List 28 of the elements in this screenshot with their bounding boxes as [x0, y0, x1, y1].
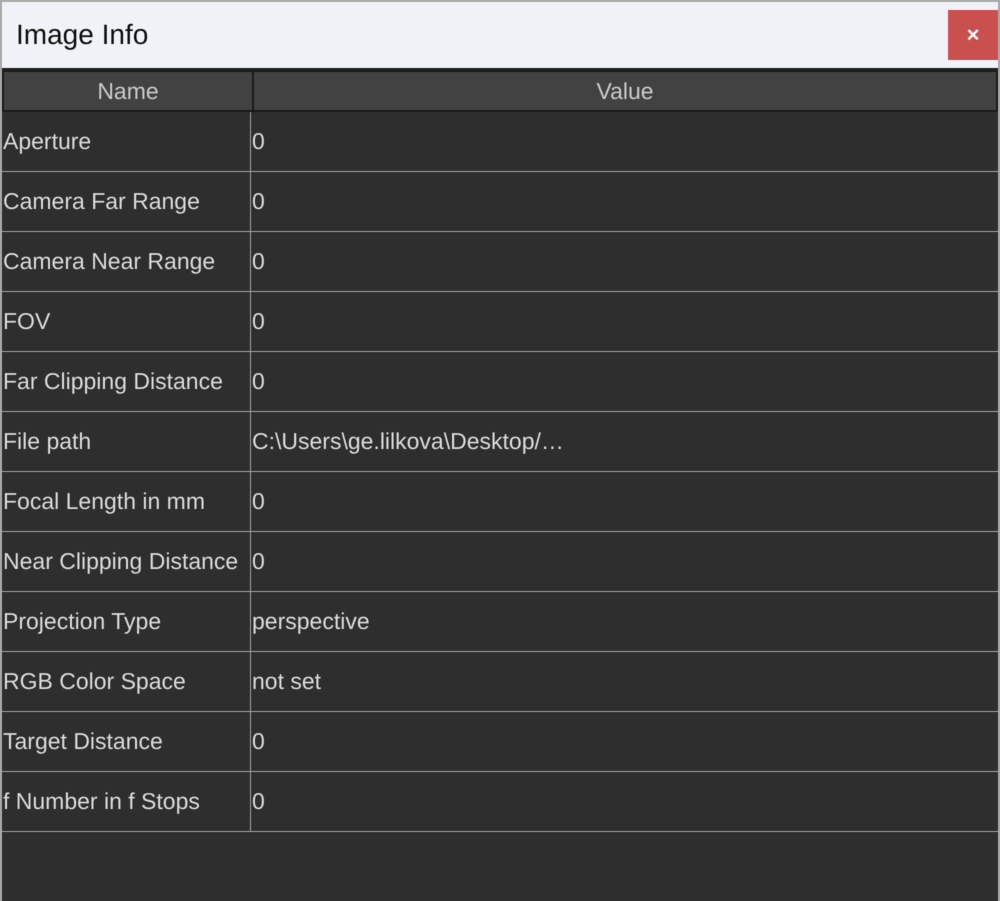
table-cell-text: not set	[251, 667, 322, 696]
table-cell-text: 0	[251, 787, 266, 816]
table-cell: Target Distance	[2, 712, 251, 771]
table-cell-text: perspective	[251, 607, 371, 636]
table-cell-text: 0	[251, 187, 266, 216]
table-cell: Near Clipping Distance	[2, 532, 251, 591]
table-cell-text: C:\Users\ge.lilkova\Desktop/…	[251, 427, 565, 456]
table-cell: Projection Type	[2, 592, 251, 651]
table-cell: Aperture	[2, 112, 251, 171]
table-cell-text: 0	[251, 247, 266, 276]
table-cell: Focal Length in mm	[2, 472, 251, 531]
table-cell: FOV	[2, 292, 251, 351]
table-cell: Far Clipping Distance	[2, 352, 251, 411]
table-cell: RGB Color Space	[2, 652, 251, 711]
window-title: Image Info	[16, 19, 148, 51]
table-cell-text: 0	[251, 547, 266, 576]
table-cell: f Number in f Stops	[2, 772, 251, 831]
table-cell: File path	[2, 412, 251, 471]
table-cell-text: 0	[251, 127, 266, 156]
table-cell-text: 0	[251, 727, 266, 756]
close-button[interactable]: ×	[948, 10, 998, 60]
column-header[interactable]: Name	[4, 72, 254, 110]
column-header[interactable]: Value	[254, 72, 996, 110]
table-cell-text: 0	[251, 307, 266, 336]
table-cell-text: 0	[251, 487, 266, 516]
table-cell: Camera Far Range	[2, 172, 251, 231]
table-cell: Camera Near Range	[2, 232, 251, 291]
table-cell-text: 0	[251, 367, 266, 396]
